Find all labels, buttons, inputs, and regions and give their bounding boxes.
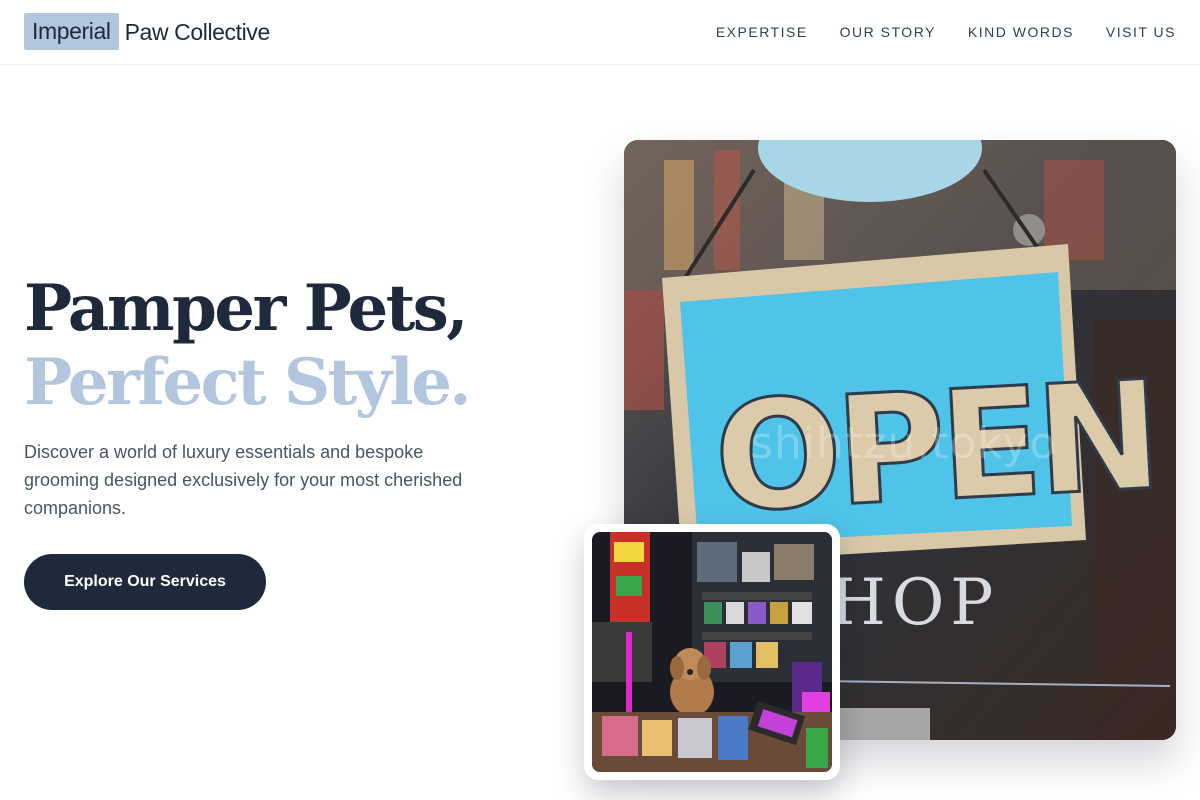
hero-headline: Pamper Pets, Perfect Style.	[24, 271, 472, 420]
nav-link-visit-us[interactable]: VISIT US	[1106, 22, 1176, 42]
photo-watermark: shihtzu.tokyo	[750, 418, 1058, 469]
brand-highlight: Imperial	[24, 13, 119, 50]
main-nav: EXPERTISE OUR STORY KIND WORDS VISIT US	[716, 22, 1176, 42]
explore-services-button[interactable]: Explore Our Services	[24, 554, 266, 610]
hero-title-line2: Perfect Style.	[24, 345, 472, 420]
shop-dog-photo	[592, 532, 832, 772]
shop-window-text: HOP	[830, 566, 999, 640]
nav-link-our-story[interactable]: OUR STORY	[840, 22, 936, 42]
hero-description: Discover a world of luxury essentials an…	[24, 442, 463, 518]
site-header: Imperial Paw Collective EXPERTISE OUR ST…	[0, 0, 1200, 65]
shop-dog-photo-card	[584, 524, 840, 780]
nav-link-expertise[interactable]: EXPERTISE	[716, 22, 808, 42]
shop-dog-illustration	[592, 532, 832, 772]
nav-link-kind-words[interactable]: KIND WORDS	[968, 22, 1074, 42]
brand-name: Paw Collective	[124, 18, 271, 45]
hero-title-line1: Pamper Pets,	[24, 271, 469, 346]
brand-logo[interactable]: Imperial Paw Collective	[24, 13, 270, 50]
